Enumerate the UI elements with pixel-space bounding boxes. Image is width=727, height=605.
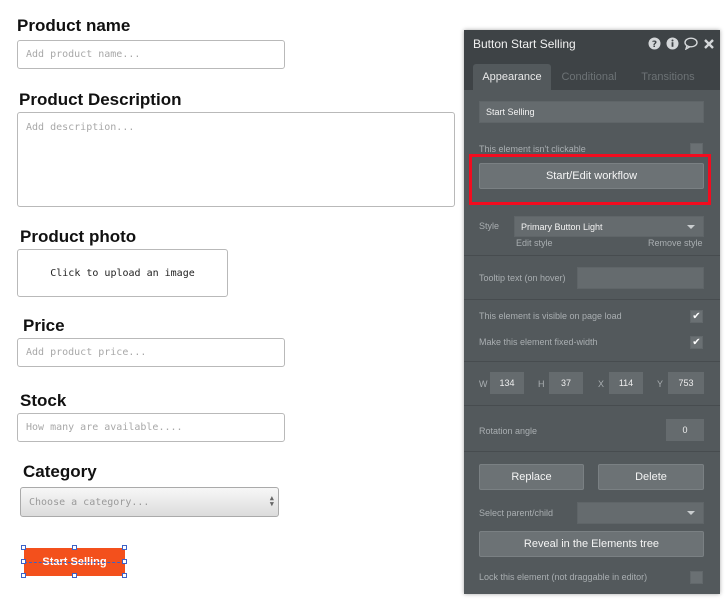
y-label: Y xyxy=(657,379,664,389)
select-parent-label: Select parent/child xyxy=(479,508,554,518)
panel-header-icons: ? xyxy=(647,36,716,51)
property-editor-panel: Button Start Selling ? Appearance Condit… xyxy=(464,30,720,594)
resize-handle-ne[interactable] xyxy=(122,545,127,550)
style-dropdown-value: Primary Button Light xyxy=(521,221,603,232)
rotation-input[interactable]: 0 xyxy=(666,419,704,441)
reveal-elements-tree-button[interactable]: Reveal in the Elements tree xyxy=(479,531,704,557)
select-parent-dropdown[interactable] xyxy=(577,502,704,524)
product-description-label: Product Description xyxy=(19,90,182,109)
resize-handle-s[interactable] xyxy=(72,573,77,578)
resize-handle-se[interactable] xyxy=(122,573,127,578)
chevron-down-icon xyxy=(687,225,695,229)
height-label: H xyxy=(538,379,545,389)
panel-divider xyxy=(464,255,720,256)
delete-button[interactable]: Delete xyxy=(598,464,704,490)
help-icon[interactable]: ? xyxy=(647,36,662,51)
width-input[interactable]: 134 xyxy=(490,372,524,394)
comment-icon[interactable] xyxy=(683,36,698,51)
y-input[interactable]: 753 xyxy=(668,372,704,394)
panel-divider xyxy=(464,451,720,452)
edit-style-link[interactable]: Edit style xyxy=(516,238,553,248)
panel-divider xyxy=(464,299,720,300)
price-label: Price xyxy=(23,316,65,335)
checkmark-icon: ✔ xyxy=(692,337,701,348)
stock-label: Stock xyxy=(20,391,67,410)
tooltip-label: Tooltip text (on hover) xyxy=(479,273,566,283)
panel-tabs: Appearance Conditional Transitions xyxy=(464,58,720,90)
tab-transitions[interactable]: Transitions xyxy=(634,64,702,90)
remove-style-link[interactable]: Remove style xyxy=(648,238,703,248)
fixed-width-checkbox[interactable]: ✔ xyxy=(690,336,703,349)
product-name-input[interactable]: Add product name... xyxy=(17,40,285,69)
product-description-textarea[interactable]: Add description... xyxy=(17,112,455,207)
x-label: X xyxy=(598,379,605,389)
panel-divider xyxy=(464,405,720,406)
category-select-value: Choose a category... xyxy=(29,496,150,508)
checkmark-icon: ✔ xyxy=(692,311,701,322)
price-input[interactable]: Add product price... xyxy=(17,338,285,367)
tab-appearance[interactable]: Appearance xyxy=(473,64,551,90)
tab-conditional[interactable]: Conditional xyxy=(556,64,622,90)
panel-divider xyxy=(464,361,720,362)
product-photo-label: Product photo xyxy=(20,227,137,246)
lock-element-label: Lock this element (not draggable in edit… xyxy=(479,572,648,582)
start-selling-selection[interactable]: Start Selling xyxy=(21,545,127,578)
x-input[interactable]: 114 xyxy=(609,372,643,394)
height-input[interactable]: 37 xyxy=(549,372,583,394)
product-name-label: Product name xyxy=(17,16,131,35)
resize-handle-n[interactable] xyxy=(72,545,77,550)
visible-on-load-label: This element is visible on page load xyxy=(479,311,622,321)
info-icon[interactable] xyxy=(665,36,680,51)
fixed-width-label: Make this element fixed-width xyxy=(479,337,598,347)
rotation-label: Rotation angle xyxy=(479,426,538,436)
resize-handle-w[interactable] xyxy=(21,559,26,564)
replace-button[interactable]: Replace xyxy=(479,464,584,490)
visible-on-load-checkbox[interactable]: ✔ xyxy=(690,310,703,323)
photo-upload-area[interactable]: Click to upload an image xyxy=(17,249,228,297)
resize-handle-sw[interactable] xyxy=(21,573,26,578)
panel-title: Button Start Selling xyxy=(473,37,576,51)
chevron-down-icon xyxy=(687,511,695,515)
width-label: W xyxy=(479,379,488,389)
category-label: Category xyxy=(23,462,97,481)
select-arrows-icon: ▲ ▼ xyxy=(269,494,274,508)
not-clickable-label: This element isn't clickable xyxy=(479,144,586,154)
resize-handle-e[interactable] xyxy=(122,559,127,564)
style-label: Style xyxy=(479,221,500,231)
resize-handle-nw[interactable] xyxy=(21,545,26,550)
button-text-input[interactable]: Start Selling xyxy=(479,101,704,123)
stock-input[interactable]: How many are available.... xyxy=(17,413,285,442)
tooltip-input[interactable] xyxy=(577,267,704,289)
category-select[interactable]: Choose a category... ▲ ▼ xyxy=(20,487,279,517)
highlight-box xyxy=(469,154,711,205)
close-icon[interactable] xyxy=(701,36,716,51)
selection-guide xyxy=(24,562,125,563)
lock-element-checkbox[interactable] xyxy=(690,571,703,584)
style-dropdown[interactable]: Primary Button Light xyxy=(514,216,704,237)
svg-text:?: ? xyxy=(652,40,657,50)
